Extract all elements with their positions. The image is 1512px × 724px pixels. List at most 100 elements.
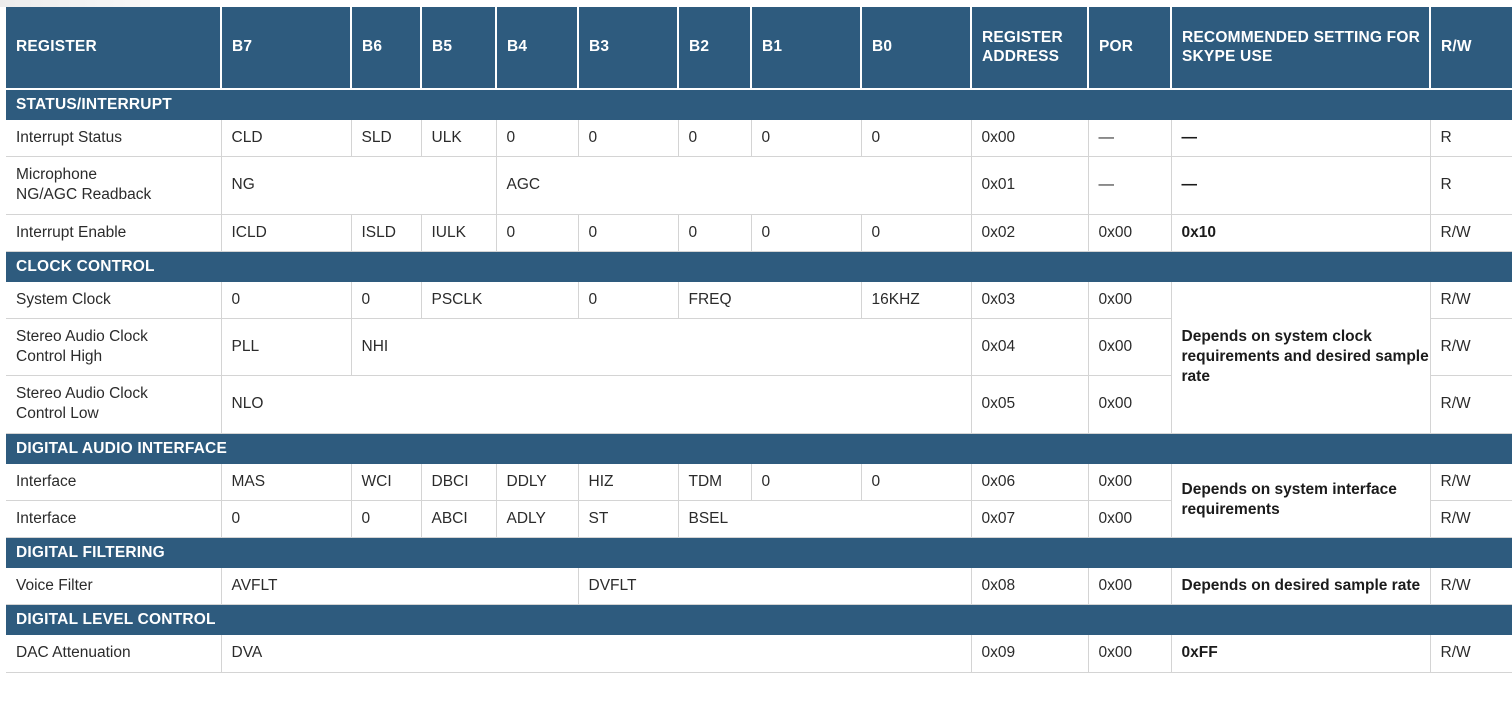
bit-cell-b6: SLD (351, 120, 422, 158)
bit-cell-b5: ULK (421, 120, 497, 158)
por-cell: 0x00 (1088, 500, 1172, 538)
register-address-cell: 0x02 (971, 214, 1089, 252)
bit-cell-b6: 0 (351, 500, 422, 538)
recommended-setting-cell: — (1171, 120, 1431, 158)
section-title-clock-control: CLOCK CONTROL (6, 251, 1512, 282)
bit-cell-b0: 0 (861, 120, 972, 158)
bit-cell-b6: 0 (351, 281, 422, 319)
rw-cell: R/W (1430, 214, 1512, 252)
column-header-b1[interactable]: B1 (751, 7, 862, 90)
bit-cell-b0: 16KHZ (861, 281, 972, 319)
por-cell: 0x00 (1088, 375, 1172, 434)
table-row[interactable]: Interrupt Status CLD SLD ULK 0 0 0 0 0 0… (6, 120, 1512, 158)
por-cell: — (1088, 156, 1172, 215)
register-address-cell: 0x06 (971, 463, 1089, 501)
register-name-cell: Stereo Audio Clock Control Low (6, 375, 222, 434)
bit-cell-b4: 0 (496, 120, 579, 158)
recommended-setting-cell: 0x10 (1171, 214, 1431, 252)
register-name-cell: Interrupt Status (6, 120, 222, 158)
bit-cell-b1: 0 (751, 463, 862, 501)
por-cell: 0x00 (1088, 568, 1172, 606)
bit-cell-b2: 0 (678, 214, 752, 252)
table-row[interactable]: System Clock 0 0 PSCLK 0 FREQ 16KHZ 0x03… (6, 281, 1512, 434)
register-address-cell: 0x09 (971, 635, 1089, 673)
table-header-row: REGISTER B7 B6 B5 B4 B3 B2 B1 B0 REGISTE… (6, 7, 1512, 90)
register-name-cell: Microphone NG/AGC Readback (6, 156, 222, 215)
register-address-cell: 0x04 (971, 318, 1089, 377)
bit-cell-b6: ISLD (351, 214, 422, 252)
bit-cell-b3: 0 (578, 120, 679, 158)
recommended-setting-cell: Depends on system clock requirements and… (1171, 281, 1431, 434)
recommended-setting-cell: — (1171, 156, 1431, 215)
table-row[interactable]: Microphone NG/AGC Readback NG AGC 0x01 —… (6, 156, 1512, 215)
column-header-b3[interactable]: B3 (578, 7, 679, 90)
table-row[interactable]: Interrupt Enable ICLD ISLD IULK 0 0 0 0 … (6, 214, 1512, 252)
register-address-cell: 0x03 (971, 281, 1089, 319)
bit-cell-b2-b1: FREQ (678, 281, 862, 319)
column-header-b2[interactable]: B2 (678, 7, 752, 90)
table-row[interactable]: Voice Filter AVFLT DVFLT 0x08 0x00 Depen… (6, 568, 1512, 606)
section-header-row: CLOCK CONTROL (6, 251, 1512, 282)
column-header-recommended-setting[interactable]: RECOMMENDED SETTING FOR SKYPE USE (1171, 7, 1431, 90)
bit-cell-b7-b0: DVA (221, 635, 972, 673)
register-address-cell: 0x00 (971, 120, 1089, 158)
bit-cell-b5: ABCI (421, 500, 497, 538)
rw-cell: R (1430, 120, 1512, 158)
bit-cell-b3: ST (578, 500, 679, 538)
bit-cell-b6-b0: NHI (351, 318, 972, 377)
rw-cell: R/W (1430, 463, 1512, 501)
recommended-setting-cell: 0xFF (1171, 635, 1431, 673)
column-header-b6[interactable]: B6 (351, 7, 422, 90)
register-address-cell: 0x01 (971, 156, 1089, 215)
register-address-cell: 0x07 (971, 500, 1089, 538)
bit-cell-b7-b5: NG (221, 156, 497, 215)
register-name-cell: Stereo Audio Clock Control High (6, 318, 222, 377)
bit-cell-b4-b0: AGC (496, 156, 972, 215)
bit-cell-b1: 0 (751, 214, 862, 252)
table-body: STATUS/INTERRUPT Interrupt Status CLD SL… (6, 89, 1512, 673)
bit-cell-b7: ICLD (221, 214, 352, 252)
section-header-row: STATUS/INTERRUPT (6, 89, 1512, 121)
register-map-table: REGISTER B7 B6 B5 B4 B3 B2 B1 B0 REGISTE… (6, 7, 1512, 673)
column-header-b0[interactable]: B0 (861, 7, 972, 90)
register-name-cell: Interface (6, 500, 222, 538)
column-header-b5[interactable]: B5 (421, 7, 497, 90)
capture-artifact-strip (0, 0, 150, 7)
column-header-register-address[interactable]: REGISTER ADDRESS (971, 7, 1089, 90)
register-name-cell: DAC Attenuation (6, 635, 222, 673)
section-header-row: DIGITAL AUDIO INTERFACE (6, 433, 1512, 464)
bit-cell-b1: 0 (751, 120, 862, 158)
column-header-b7[interactable]: B7 (221, 7, 352, 90)
bit-cell-b5: DBCI (421, 463, 497, 501)
bit-cell-b4: ADLY (496, 500, 579, 538)
register-name-cell: Voice Filter (6, 568, 222, 606)
rw-cell: R/W (1430, 500, 1512, 538)
bit-cell-b7-b0: NLO (221, 375, 972, 434)
register-name-cell: Interface (6, 463, 222, 501)
table-row[interactable]: Interface MAS WCI DBCI DDLY HIZ TDM 0 0 … (6, 463, 1512, 538)
por-cell: 0x00 (1088, 214, 1172, 252)
table-row[interactable]: DAC Attenuation DVA 0x09 0x00 0xFF R/W (6, 635, 1512, 673)
bit-cell-b2: 0 (678, 120, 752, 158)
column-header-b4[interactable]: B4 (496, 7, 579, 90)
section-header-row: DIGITAL FILTERING (6, 537, 1512, 569)
bit-cell-b3: HIZ (578, 463, 679, 501)
column-header-rw[interactable]: R/W (1430, 7, 1512, 90)
table-header: REGISTER B7 B6 B5 B4 B3 B2 B1 B0 REGISTE… (6, 7, 1512, 90)
bit-cell-b4: DDLY (496, 463, 579, 501)
recommended-setting-cell: Depends on system interface requirements (1171, 463, 1431, 538)
bit-cell-b0: 0 (861, 463, 972, 501)
section-title-status-interrupt: STATUS/INTERRUPT (6, 89, 1512, 121)
register-map-table-container: REGISTER B7 B6 B5 B4 B3 B2 B1 B0 REGISTE… (6, 7, 1512, 673)
recommended-setting-cell: Depends on desired sample rate (1171, 568, 1431, 606)
bit-cell-b7: PLL (221, 318, 352, 377)
column-header-register[interactable]: REGISTER (6, 7, 222, 90)
bit-cell-b0: 0 (861, 214, 972, 252)
column-header-por[interactable]: POR (1088, 7, 1172, 90)
bit-cell-b3-b0: DVFLT (578, 568, 972, 606)
bit-cell-b2: TDM (678, 463, 752, 501)
bit-cell-b7-b4: AVFLT (221, 568, 579, 606)
bit-cell-b7: CLD (221, 120, 352, 158)
por-cell: 0x00 (1088, 635, 1172, 673)
bit-cell-b3: 0 (578, 281, 679, 319)
